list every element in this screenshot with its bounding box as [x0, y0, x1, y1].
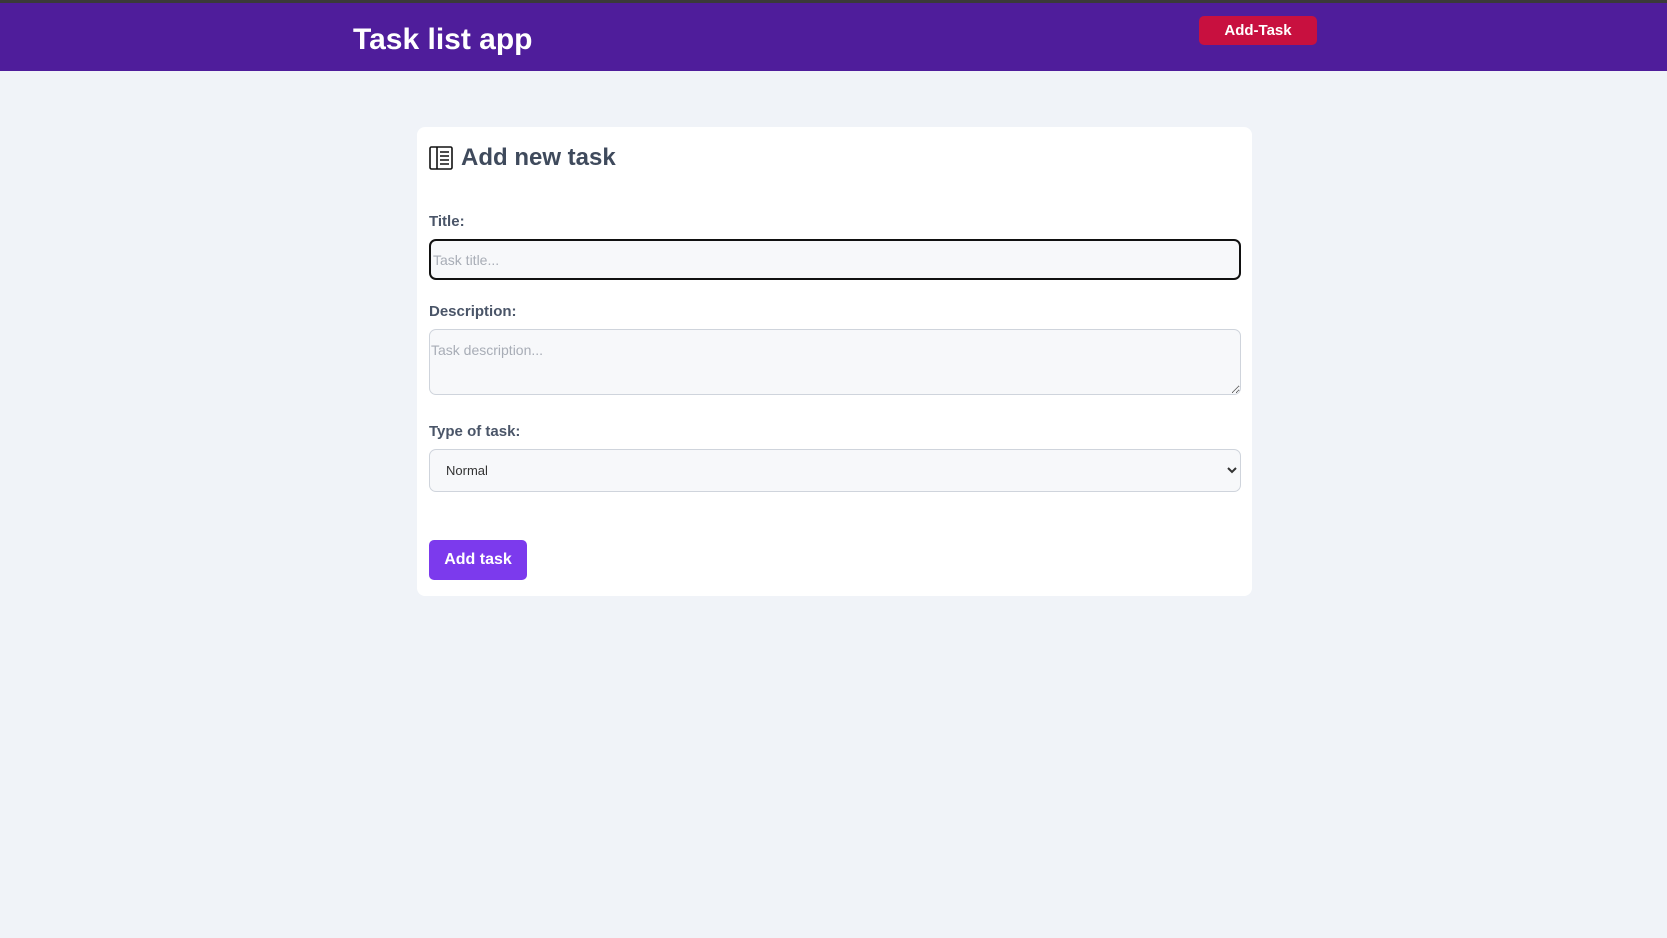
- task-description-textarea[interactable]: [429, 329, 1241, 395]
- add-task-nav-button[interactable]: Add-Task: [1199, 16, 1317, 45]
- description-label: Description:: [429, 303, 517, 320]
- add-task-submit-button[interactable]: Add task: [429, 540, 527, 580]
- form-heading: Add new task: [429, 141, 616, 175]
- task-title-input[interactable]: [429, 239, 1241, 280]
- form-title: Add new task: [461, 144, 616, 171]
- title-label: Title:: [429, 213, 465, 230]
- navbar: Task list app Add-Task: [0, 3, 1667, 71]
- task-type-label: Type of task:: [429, 423, 521, 440]
- task-type-select[interactable]: Normal: [429, 449, 1241, 492]
- app-title: Task list app: [353, 23, 533, 56]
- list-document-icon: [429, 146, 453, 170]
- add-task-form-card: Add new task Title: Description: Type of…: [417, 127, 1252, 596]
